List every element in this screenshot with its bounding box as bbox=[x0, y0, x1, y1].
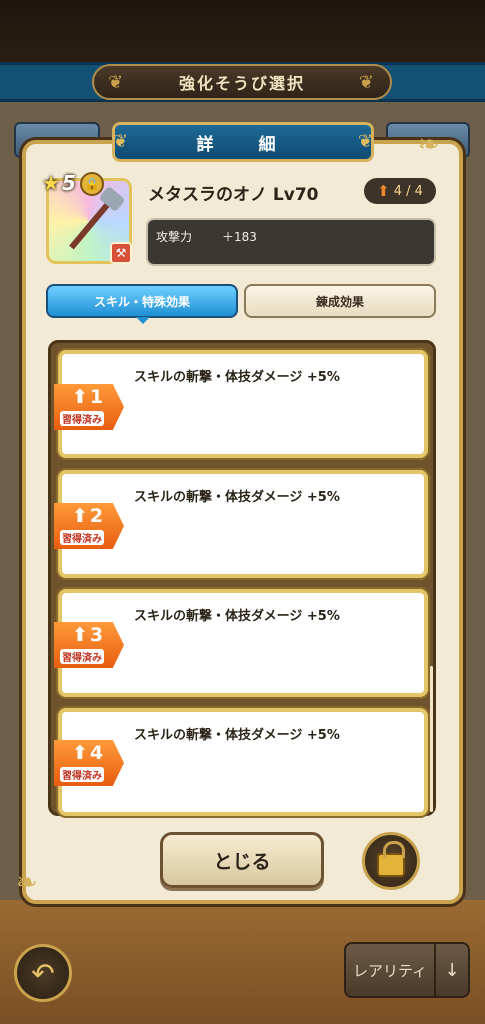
top-background bbox=[0, 0, 485, 70]
skill-status: 習得済み bbox=[60, 767, 104, 782]
star-count: 5 bbox=[61, 171, 76, 195]
up-arrow-icon: ⬆ bbox=[377, 182, 390, 200]
skill-level: 1 bbox=[89, 386, 104, 408]
skill-level-tag: ⬆ 4 習得済み bbox=[54, 740, 124, 786]
back-button[interactable]: ↶ bbox=[14, 944, 72, 1002]
undo-arrow-icon: ↶ bbox=[31, 956, 55, 990]
stat-value: ＋183 bbox=[222, 230, 257, 244]
upgrade-badge: ⬆ 4 / 4 bbox=[364, 178, 436, 204]
skill-level: 3 bbox=[89, 624, 104, 646]
skill-status: 習得済み bbox=[60, 649, 104, 664]
skill-description: スキルの斬撃・体技ダメージ +5% bbox=[134, 490, 340, 505]
rarity-sort-label: レアリティ bbox=[352, 961, 428, 980]
corner-ornament-icon: ❧ bbox=[16, 868, 38, 898]
star-icon: ★ bbox=[42, 171, 60, 195]
skill-description: スキルの斬撃・体技ダメージ +5% bbox=[134, 728, 340, 743]
skill-level-tag: ⬆ 3 習得済み bbox=[54, 622, 124, 668]
dialog-title: 詳 細 bbox=[196, 134, 290, 155]
tab-alchemy[interactable]: 錬成効果 bbox=[244, 284, 436, 318]
upgrade-progress: 4 / 4 bbox=[393, 183, 423, 199]
up-arrow-icon: ⬆ bbox=[72, 624, 88, 646]
close-button[interactable]: とじる bbox=[160, 832, 324, 888]
star-rank-badge: ★ 5 bbox=[38, 170, 80, 196]
skill-level: 2 bbox=[89, 505, 104, 527]
ornament-right-icon: ❦ bbox=[358, 72, 376, 93]
corner-ornament-icon: ❧ bbox=[418, 130, 440, 160]
screen-title-plate: ❦ 強化そうび選択 ❦ bbox=[92, 64, 392, 100]
up-arrow-icon: ⬆ bbox=[72, 742, 88, 764]
stat-label: 攻撃力 bbox=[156, 230, 193, 244]
small-lock-icon: 🔒 bbox=[80, 172, 104, 196]
ornament-left-icon: ❦ bbox=[113, 131, 129, 152]
hammer-icon: ⚒ bbox=[110, 242, 132, 264]
skill-description: スキルの斬撃・体技ダメージ +5% bbox=[134, 609, 340, 624]
tab-skills[interactable]: スキル・特殊効果 bbox=[46, 284, 238, 324]
screen-title: 強化そうび選択 bbox=[178, 74, 305, 93]
dialog-title-plate: ❦ 詳 細 ❦ bbox=[112, 122, 374, 162]
scrollbar[interactable] bbox=[430, 666, 433, 812]
padlock-icon bbox=[377, 841, 405, 877]
skill-status: 習得済み bbox=[60, 530, 104, 545]
equipment-name: メタスラのオノ Lv70 bbox=[148, 185, 319, 205]
skill-description: スキルの斬撃・体技ダメージ +5% bbox=[134, 370, 340, 385]
rarity-sort-button[interactable]: レアリティ ↓ bbox=[344, 942, 470, 998]
skill-status: 習得済み bbox=[60, 411, 104, 426]
up-arrow-icon: ⬆ bbox=[72, 386, 88, 408]
ornament-left-icon: ❦ bbox=[108, 72, 126, 93]
lock-button[interactable] bbox=[362, 832, 420, 890]
skill-level-tag: ⬆ 1 習得済み bbox=[54, 384, 124, 430]
up-arrow-icon: ⬆ bbox=[72, 505, 88, 527]
ornament-right-icon: ❦ bbox=[357, 131, 373, 152]
stat-box: 攻撃力 ＋183 bbox=[146, 218, 436, 266]
arrow-down-icon[interactable]: ↓ bbox=[434, 944, 468, 996]
skill-level: 4 bbox=[89, 742, 104, 764]
skill-level-tag: ⬆ 2 習得済み bbox=[54, 503, 124, 549]
